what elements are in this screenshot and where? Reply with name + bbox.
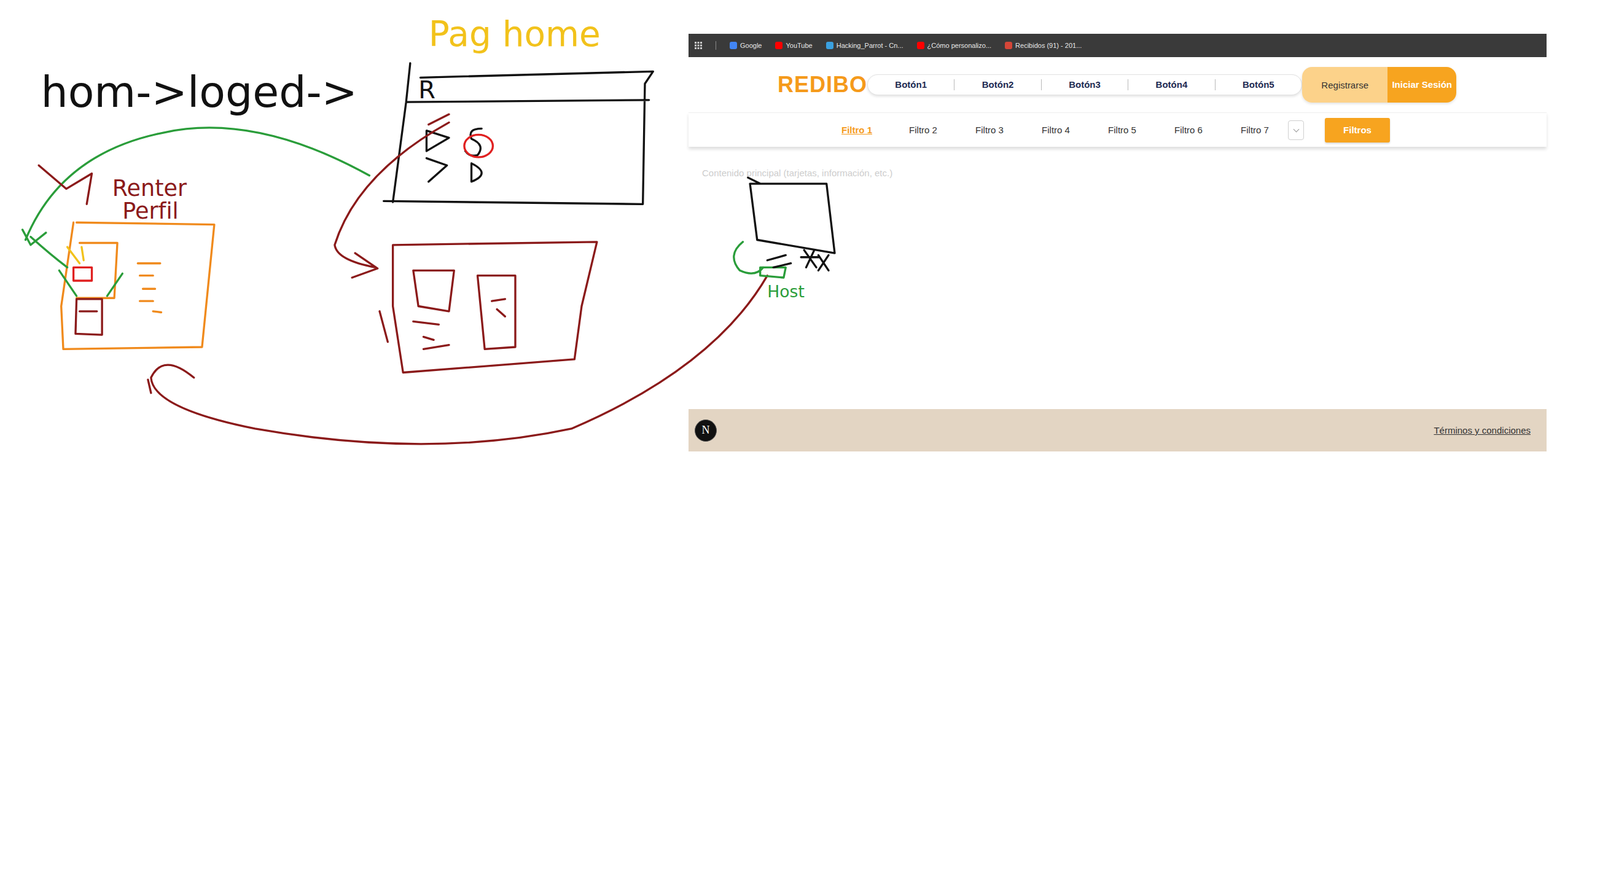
profile-label: Perfil	[122, 197, 179, 225]
popup-sketch	[748, 177, 835, 254]
avatar-box	[73, 267, 93, 281]
yellow-marks	[67, 246, 85, 264]
detail-arrow	[334, 114, 449, 278]
filter-bar: Filtro 1Filtro 2Filtro 3Filtro 4Filtro 5…	[688, 112, 1547, 147]
auth-buttons: RegistrarseIniciar Sesión	[1302, 66, 1457, 103]
nextjs-badge[interactable]: N	[694, 419, 717, 442]
flow-label: hom->loged->	[40, 66, 358, 117]
logo[interactable]: REDIBO	[777, 71, 868, 98]
bookmark-label[interactable]: Hacking_Parrot - Cn...	[836, 41, 904, 50]
nav-button[interactable]: Botón3	[1041, 79, 1128, 91]
host-label: Host	[767, 281, 805, 301]
renter-label: Renter	[112, 175, 188, 202]
nav-button[interactable]: Botón2	[953, 79, 1041, 91]
filter-item[interactable]: Filtro 3	[956, 124, 1023, 136]
login-button[interactable]: Iniciar Sesión	[1387, 66, 1457, 103]
footer: N Términos y condiciones	[688, 409, 1547, 452]
play-icon	[426, 130, 449, 182]
register-button[interactable]: Registrarse	[1302, 66, 1388, 103]
bookmark-label[interactable]: ¿Cómo personalizo...	[927, 41, 992, 50]
bookmark-icon	[775, 41, 783, 50]
bookmark-icon	[1004, 41, 1013, 50]
filter-item[interactable]: Filtro 7	[1221, 124, 1288, 136]
bookmark[interactable]: Hacking_Parrot - Cn...	[826, 41, 904, 50]
wireframe-letter: R	[418, 75, 436, 104]
nav-button[interactable]: Botón5	[1214, 79, 1302, 91]
d-icon	[471, 163, 483, 182]
bookmark-icon	[917, 41, 925, 50]
filter-item[interactable]: Filtro 1	[823, 124, 890, 136]
menu-marks	[767, 254, 791, 268]
check-mark-icon	[38, 165, 92, 204]
filter-item[interactable]: Filtro 2	[889, 124, 957, 136]
renter-profile-wireframe	[61, 222, 215, 349]
website-screenshot: Google YouTube Hacking_Parrot - Cn... ¿Cómo…	[688, 33, 1547, 452]
bookmark-separator	[715, 41, 717, 50]
pointer-arrows	[30, 237, 123, 297]
bookmark-label[interactable]: YouTube	[785, 41, 812, 50]
page-label: Pag home	[428, 14, 601, 55]
filter-item[interactable]: Filtro 4	[1022, 124, 1089, 136]
filter-item[interactable]: Filtro 5	[1088, 124, 1156, 136]
main-content: Contenido principal (tarjetas, informaci…	[688, 146, 1547, 410]
close-x-icon	[800, 249, 829, 271]
nav-button[interactable]: Botón4	[1127, 79, 1215, 91]
bookmark-label[interactable]: Google	[740, 41, 762, 50]
bookmark[interactable]: Google	[729, 41, 762, 50]
bookmark-label[interactable]: Recibidos (91) - 201...	[1015, 41, 1082, 50]
bookmark[interactable]: YouTube	[775, 41, 812, 50]
filters-button[interactable]: Filtros	[1324, 117, 1390, 143]
home-wireframe	[383, 63, 654, 204]
nav-menu: Botón1Botón2Botón3Botón4Botón5	[867, 74, 1303, 96]
card-box	[75, 299, 102, 335]
detail-wireframe	[379, 241, 598, 373]
chevron-down-icon	[1292, 125, 1300, 133]
s-icon	[465, 128, 483, 156]
bookmark[interactable]: ¿Cómo personalizo...	[917, 41, 992, 50]
filter-item[interactable]: Filtro 6	[1155, 124, 1222, 136]
return-arrow	[148, 275, 768, 445]
profile-arrow	[22, 127, 370, 246]
content-placeholder: Contenido principal (tarjetas, informaci…	[702, 167, 893, 179]
site-header: REDIBOBotón1Botón2Botón3Botón4Botón5Regi…	[688, 57, 1547, 113]
highlight-circle-icon	[464, 134, 494, 158]
bookmarks-bar: Google YouTube Hacking_Parrot - Cn... ¿Cómo…	[688, 33, 1547, 58]
more-filters-dropdown[interactable]	[1287, 120, 1304, 141]
host-button-sketch	[733, 241, 786, 278]
apps-grid-icon[interactable]	[694, 41, 703, 50]
bookmark-icon	[729, 41, 738, 50]
bookmark-icon	[826, 41, 834, 50]
terms-link[interactable]: Términos y condiciones	[1433, 425, 1531, 436]
nav-button[interactable]: Botón1	[867, 79, 954, 91]
bookmark[interactable]: Recibidos (91) - 201...	[1004, 41, 1082, 50]
